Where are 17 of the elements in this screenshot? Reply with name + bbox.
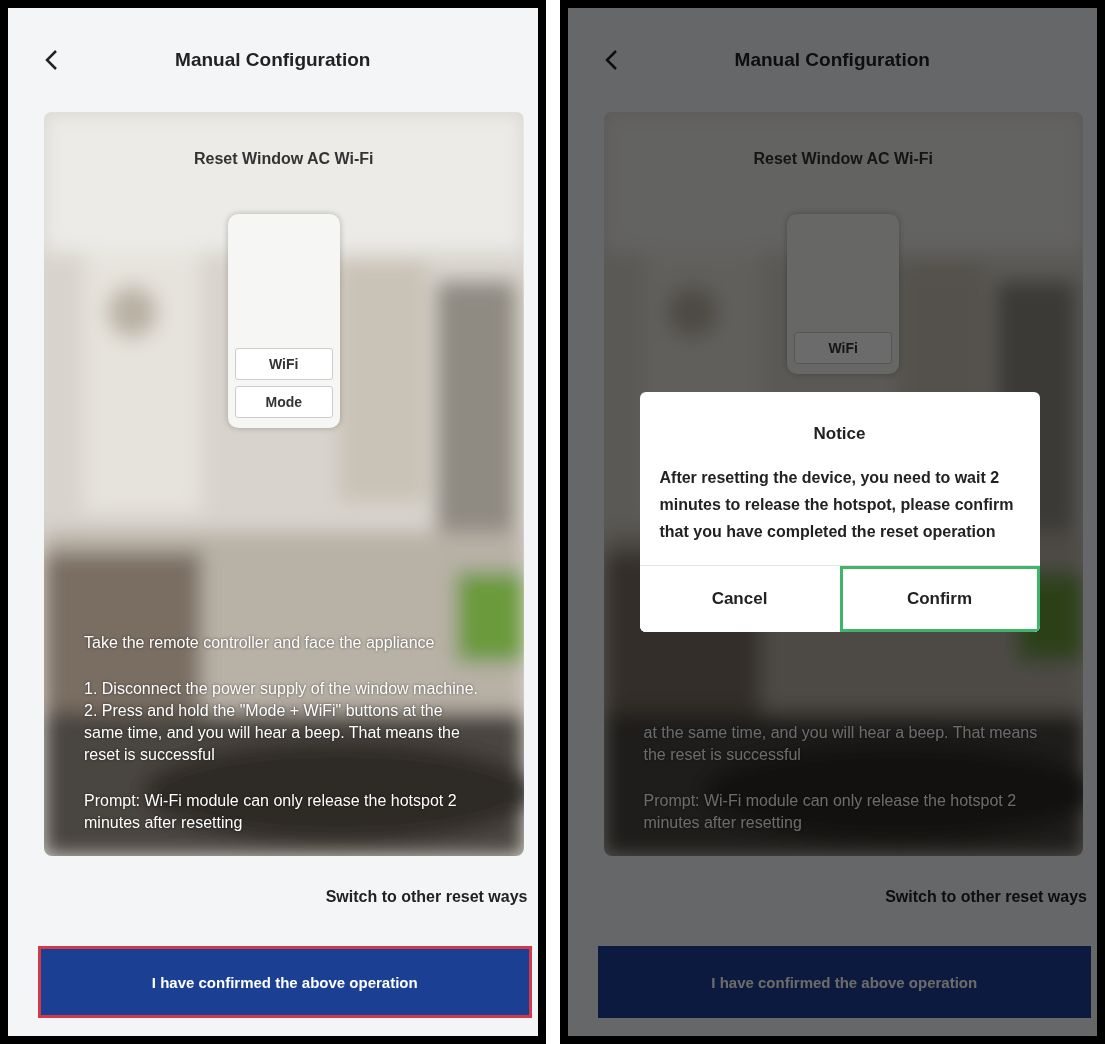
- instruction-text: Take the remote controller and face the appliance: [84, 633, 436, 653]
- instruction-text: at the same time, and you will hear a beep. That means the reset is successful: [643, 723, 1039, 765]
- card-title: Reset Window AC Wi-Fi: [753, 150, 934, 168]
- switch-link[interactable]: Switch to other reset ways: [325, 888, 528, 906]
- screen-title: Manual Configuration: [175, 49, 371, 71]
- instruction-text: Prompt: Wi-Fi module can only release the hotspot 2 minutes after resetting: [84, 791, 458, 833]
- screen-title: Manual Configuration: [734, 49, 930, 71]
- card-title: Reset Window AC Wi-Fi: [193, 150, 374, 168]
- dialog-message: After resetting the device, you need to wait 2 minutes to release the hotspot, please confirm that you have completed the reset operation: [659, 468, 1015, 542]
- instruction-text: Prompt: Wi-Fi module can only release the hotspot 2 minutes after resetting: [643, 791, 1018, 833]
- dialog-title: Notice: [812, 424, 867, 444]
- remote-key: Mode: [234, 386, 333, 418]
- instruction-text: 1. Disconnect the power supply of the window machine. 2. Press and hold the "Mode + WiFi" buttons at the same time, and you will hear a beep. That means the reset is successful: [84, 679, 479, 765]
- remote-key: WiFi: [234, 348, 333, 380]
- confirm-button[interactable]: I have confirmed the above operation: [38, 946, 532, 1018]
- dialog-button[interactable]: Confirm: [839, 566, 1040, 632]
- remote-key: WiFi: [794, 332, 893, 364]
